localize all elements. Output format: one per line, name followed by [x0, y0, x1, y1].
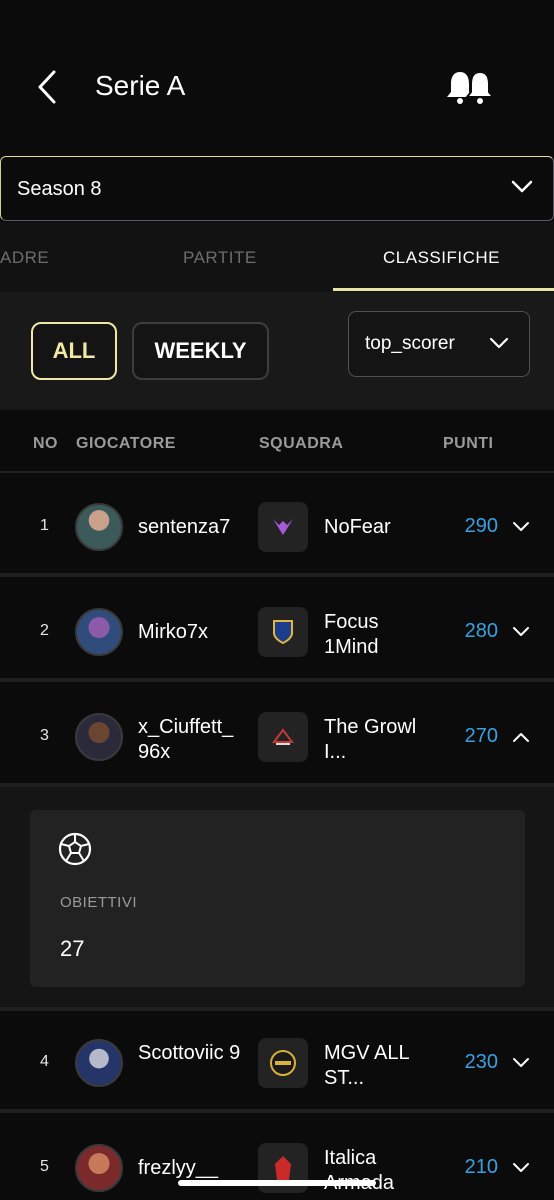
notifications-bell-icon[interactable] [446, 66, 498, 106]
rank-number: 2 [40, 622, 49, 639]
player-name: Mirko7x [138, 621, 209, 643]
filter-bar: ALL WEEKLY top_scorer [0, 292, 554, 410]
stat-label: OBIETTIVI [60, 894, 138, 911]
stat-card: OBIETTIVI 27 [30, 810, 525, 987]
team-logo [258, 712, 308, 762]
avatar [75, 1144, 123, 1192]
rank-number: 3 [40, 727, 49, 744]
avatar [75, 608, 123, 656]
team-logo [258, 502, 308, 552]
team-name: MGV ALL ST... [324, 1042, 409, 1089]
column-points: PUNTI [443, 435, 494, 452]
column-team: SQUADRA [259, 435, 344, 452]
column-no: NO [33, 435, 58, 452]
row-details: OBIETTIVI 27 [0, 787, 554, 1011]
table-row[interactable]: 2 Mirko7x Focus 1Mind 280 [0, 580, 554, 682]
table-row[interactable]: 3 x_Ciuffett_ 96x The Growl I... 270 [0, 685, 554, 787]
chevron-down-icon[interactable] [512, 521, 530, 533]
table-row[interactable]: 4 Scottoviic 9 MGV ALL ST... 230 [0, 1011, 554, 1113]
table-row[interactable]: 5 frezlyy__ Italica Armada 210 [0, 1116, 554, 1200]
metric-value: top_scorer [365, 333, 455, 354]
chevron-down-icon [489, 337, 509, 349]
all-filter-button[interactable]: ALL [31, 322, 117, 380]
chevron-up-icon[interactable] [512, 731, 530, 743]
metric-dropdown[interactable]: top_scorer [348, 311, 530, 377]
player-name: sentenza7 [138, 516, 231, 538]
avatar [75, 503, 123, 551]
rank-number: 5 [40, 1158, 49, 1175]
tab-classifiche[interactable]: CLASSIFICHE [383, 248, 500, 268]
rank-number: 1 [40, 517, 49, 534]
season-dropdown[interactable]: Season 8 [0, 156, 554, 221]
column-player: GIOCATORE [76, 435, 176, 452]
active-tab-indicator [333, 288, 554, 291]
player-name: x_Ciuffett_ 96x [138, 716, 234, 763]
top-bar: Serie A [0, 0, 554, 155]
page-title: Serie A [95, 70, 186, 101]
team-logo [258, 607, 308, 657]
player-points: 230 [464, 1051, 498, 1073]
avatar [75, 713, 123, 761]
chevron-down-icon[interactable] [512, 1057, 530, 1069]
tab-partite[interactable]: PARTITE [183, 248, 257, 268]
team-name: The Growl I... [324, 716, 417, 763]
soccer-ball-icon [58, 832, 92, 866]
tab-adre[interactable]: ADRE [0, 248, 49, 268]
back-arrow-icon[interactable] [34, 68, 62, 106]
avatar [75, 1039, 123, 1087]
player-points: 210 [464, 1156, 498, 1178]
team-logo [258, 1038, 308, 1088]
table-header: NO GIOCATORE SQUADRA PUNTI [0, 411, 554, 473]
section-tabs: ADRE PARTITE CLASSIFICHE [0, 222, 554, 292]
team-name: Italica Armada [324, 1147, 394, 1194]
chevron-down-icon[interactable] [512, 626, 530, 638]
season-value: Season 8 [17, 178, 102, 200]
player-points: 270 [464, 725, 498, 747]
player-points: 290 [464, 515, 498, 537]
team-name: Focus 1Mind [324, 611, 379, 658]
rank-number: 4 [40, 1053, 49, 1070]
weekly-filter-button[interactable]: WEEKLY [132, 322, 269, 380]
table-row[interactable]: 1 sentenza7 NoFear 290 [0, 475, 554, 577]
stat-value: 27 [60, 936, 85, 961]
team-name: NoFear [324, 516, 391, 538]
chevron-down-icon[interactable] [512, 1162, 530, 1174]
player-name: Scottoviic 9 [138, 1042, 241, 1064]
chevron-down-icon [511, 180, 533, 193]
player-name: frezlyy__ [138, 1157, 219, 1179]
player-points: 280 [464, 620, 498, 642]
home-indicator[interactable] [178, 1180, 376, 1186]
